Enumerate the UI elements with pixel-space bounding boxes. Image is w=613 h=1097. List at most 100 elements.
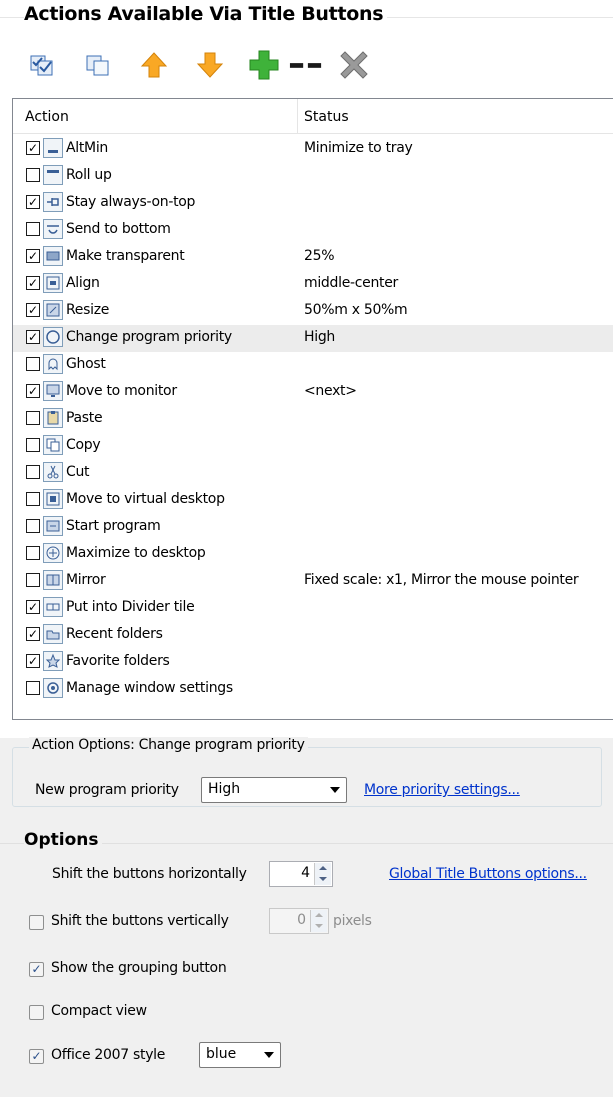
list-item[interactable]: Copy (13, 433, 613, 460)
arrow-down-icon[interactable] (193, 48, 227, 82)
actions-list[interactable]: Action Status ✓ AltMin Minimize to tray Rol… (12, 98, 613, 720)
more-priority-link[interactable]: More priority settings... (364, 782, 520, 798)
office-style-value: blue (206, 1046, 237, 1062)
actions-panel: Actions Available Via Title Buttons Acti… (0, 0, 613, 738)
row-label: Mirror (66, 572, 106, 588)
roll-up-icon (43, 165, 63, 185)
list-item[interactable]: Maximize to desktop (13, 541, 613, 568)
arrow-up-icon[interactable] (137, 48, 171, 82)
row-label: Favorite folders (66, 653, 170, 669)
row-label: Stay always-on-top (66, 194, 196, 210)
shift-vertical-checkbox[interactable] (29, 915, 44, 930)
row-checkbox[interactable]: ✓ (26, 654, 40, 668)
check-all-icon[interactable] (25, 48, 59, 82)
delete-icon[interactable] (337, 48, 371, 82)
compact-view-label: Compact view (51, 1003, 147, 1019)
list-item[interactable]: ✓ Change program priority High (13, 325, 613, 352)
row-status: 25% (304, 248, 335, 264)
list-item[interactable]: Start program (13, 514, 613, 541)
row-checkbox[interactable]: ✓ (26, 600, 40, 614)
row-checkbox[interactable] (26, 438, 40, 452)
list-item[interactable]: Ghost (13, 352, 613, 379)
row-checkbox[interactable]: ✓ (26, 195, 40, 209)
office-style-label: Office 2007 style (51, 1047, 166, 1063)
row-checkbox[interactable] (26, 681, 40, 695)
row-label: Resize (66, 302, 110, 318)
office-style-select[interactable]: blue (199, 1042, 281, 1068)
row-checkbox[interactable] (26, 573, 40, 587)
list-item[interactable]: Send to bottom (13, 217, 613, 244)
row-checkbox[interactable]: ✓ (26, 249, 40, 263)
row-checkbox[interactable] (26, 492, 40, 506)
list-item[interactable]: Roll up (13, 163, 613, 190)
row-label: Move to monitor (66, 383, 177, 399)
action-options-title: Action Options: Change program priority (29, 737, 308, 753)
priority-icon (43, 327, 63, 347)
altmin-icon (43, 138, 63, 158)
list-item[interactable]: ✓ Favorite folders (13, 649, 613, 676)
paste-icon (43, 408, 63, 428)
resize-icon (43, 300, 63, 320)
list-item[interactable]: ✓ Move to monitor <next> (13, 379, 613, 406)
row-label: Move to virtual desktop (66, 491, 225, 507)
global-title-buttons-link[interactable]: Global Title Buttons options... (389, 866, 587, 882)
settings-icon (43, 678, 63, 698)
office-style-checkbox[interactable]: ✓ (29, 1049, 44, 1064)
row-checkbox[interactable] (26, 519, 40, 533)
options-title: Options (24, 830, 103, 850)
uncheck-all-icon[interactable] (81, 48, 115, 82)
row-checkbox[interactable] (26, 546, 40, 560)
column-header-action[interactable]: Action (25, 109, 69, 125)
list-header: Action Status (13, 99, 613, 134)
list-item[interactable]: Paste (13, 406, 613, 433)
shift-vertical-spinner[interactable]: 0 (269, 908, 329, 934)
list-item[interactable]: Move to virtual desktop (13, 487, 613, 514)
shift-horizontal-label: Shift the buttons horizontally (52, 866, 247, 882)
column-header-status[interactable]: Status (304, 109, 349, 125)
list-item[interactable]: ✓ AltMin Minimize to tray (13, 136, 613, 163)
row-checkbox[interactable]: ✓ (26, 384, 40, 398)
row-checkbox[interactable]: ✓ (26, 627, 40, 641)
list-item[interactable]: ✓ Recent folders (13, 622, 613, 649)
list-item[interactable]: Cut (13, 460, 613, 487)
spinner-buttons (314, 863, 331, 885)
row-checkbox[interactable] (26, 411, 40, 425)
list-item[interactable]: ✓ Put into Divider tile (13, 595, 613, 622)
spinner-down-button[interactable] (315, 874, 331, 885)
compact-view-checkbox[interactable] (29, 1005, 44, 1020)
spinner-down-button[interactable] (311, 921, 327, 932)
divider-icon (43, 597, 63, 617)
list-item[interactable]: ✓ Stay always-on-top (13, 190, 613, 217)
shift-horizontal-value: 4 (301, 865, 310, 881)
arrow-down-small-icon (319, 877, 327, 881)
list-item[interactable]: ✓ Make transparent 25% (13, 244, 613, 271)
align-icon (43, 273, 63, 293)
row-checkbox[interactable]: ✓ (26, 330, 40, 344)
shift-horizontal-spinner[interactable]: 4 (269, 861, 333, 887)
row-status: Minimize to tray (304, 140, 413, 156)
section-title: Actions Available Via Title Buttons (24, 3, 388, 25)
row-checkbox[interactable] (26, 465, 40, 479)
list-item[interactable]: ✓ Resize 50%m x 50%m (13, 298, 613, 325)
row-checkbox[interactable]: ✓ (26, 303, 40, 317)
row-checkbox[interactable] (26, 357, 40, 371)
chevron-down-icon (330, 787, 340, 793)
row-label: Paste (66, 410, 103, 426)
separator-icon[interactable] (289, 48, 323, 82)
grouping-checkbox[interactable]: ✓ (29, 962, 44, 977)
priority-label: New program priority (35, 782, 179, 798)
row-status: middle-center (304, 275, 398, 291)
shift-vertical-label: Shift the buttons vertically (51, 913, 229, 929)
row-checkbox[interactable] (26, 222, 40, 236)
row-checkbox[interactable]: ✓ (26, 276, 40, 290)
priority-select[interactable]: High (201, 777, 347, 803)
row-checkbox[interactable]: ✓ (26, 141, 40, 155)
list-item[interactable]: ✓ Align middle-center (13, 271, 613, 298)
send-to-bottom-icon (43, 219, 63, 239)
row-checkbox[interactable] (26, 168, 40, 182)
list-item[interactable]: Manage window settings (13, 676, 613, 703)
list-item[interactable]: Mirror Fixed scale: x1, Mirror the mouse … (13, 568, 613, 595)
column-separator[interactable] (297, 99, 298, 133)
add-icon[interactable] (247, 48, 281, 82)
favorite-folders-icon (43, 651, 63, 671)
